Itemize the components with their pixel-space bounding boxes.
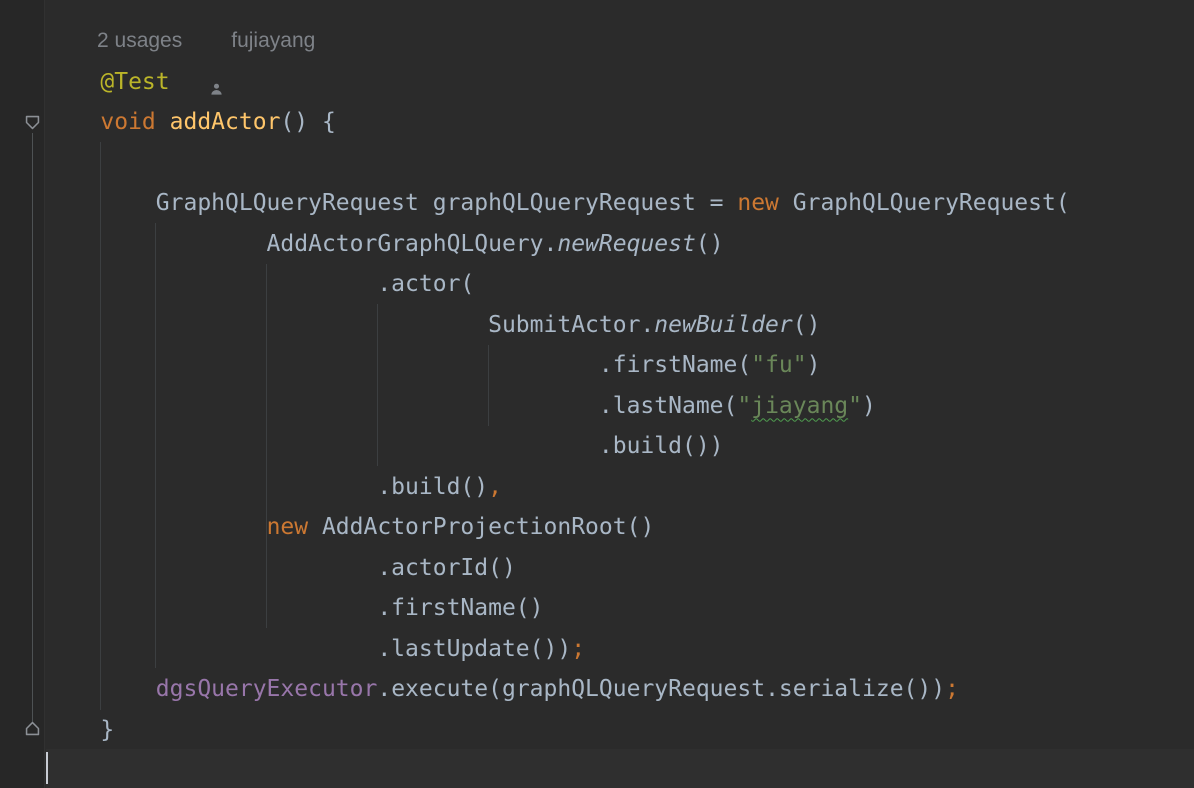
code-line[interactable]: .build()) bbox=[45, 426, 1194, 467]
fold-region-line bbox=[32, 133, 33, 722]
person-icon bbox=[209, 34, 224, 49]
code-line[interactable]: .firstName("fu") bbox=[45, 345, 1194, 386]
code-line[interactable]: .actor( bbox=[45, 264, 1194, 305]
author-hint[interactable]: fujiayang bbox=[231, 29, 315, 53]
usages-hint[interactable]: 2 usages bbox=[97, 29, 182, 53]
editor-gutter[interactable] bbox=[0, 0, 45, 788]
code-line[interactable]: .lastUpdate()); bbox=[45, 629, 1194, 670]
blank-line[interactable] bbox=[45, 143, 1194, 184]
code-line[interactable]: .actorId() bbox=[45, 548, 1194, 589]
code-line[interactable]: dgsQueryExecutor.execute(graphQLQueryReq… bbox=[45, 669, 1194, 710]
code-line[interactable]: } bbox=[45, 710, 1194, 751]
code-line[interactable]: GraphQLQueryRequest graphQLQueryRequest … bbox=[45, 183, 1194, 224]
fold-collapse-end-icon[interactable] bbox=[23, 719, 42, 738]
fold-collapse-start-icon[interactable] bbox=[23, 113, 42, 132]
code-line[interactable]: SubmitActor.newBuilder() bbox=[45, 305, 1194, 346]
text-caret bbox=[46, 752, 48, 784]
caret-line-highlight bbox=[46, 749, 1194, 788]
code-line[interactable]: AddActorGraphQLQuery.newRequest() bbox=[45, 224, 1194, 265]
code-line[interactable]: .firstName() bbox=[45, 588, 1194, 629]
ide-editor-window: 2 usages fujiayang @Test void addActor()… bbox=[0, 0, 1194, 788]
code-area[interactable]: 2 usages fujiayang @Test void addActor()… bbox=[45, 21, 1194, 750]
code-line[interactable]: void addActor() { bbox=[45, 102, 1194, 143]
code-line[interactable]: new AddActorProjectionRoot() bbox=[45, 507, 1194, 548]
code-vision-hints: 2 usages fujiayang bbox=[45, 21, 1194, 62]
code-line[interactable]: .lastName("jiayang") bbox=[45, 386, 1194, 427]
code-line[interactable]: .build(), bbox=[45, 467, 1194, 508]
